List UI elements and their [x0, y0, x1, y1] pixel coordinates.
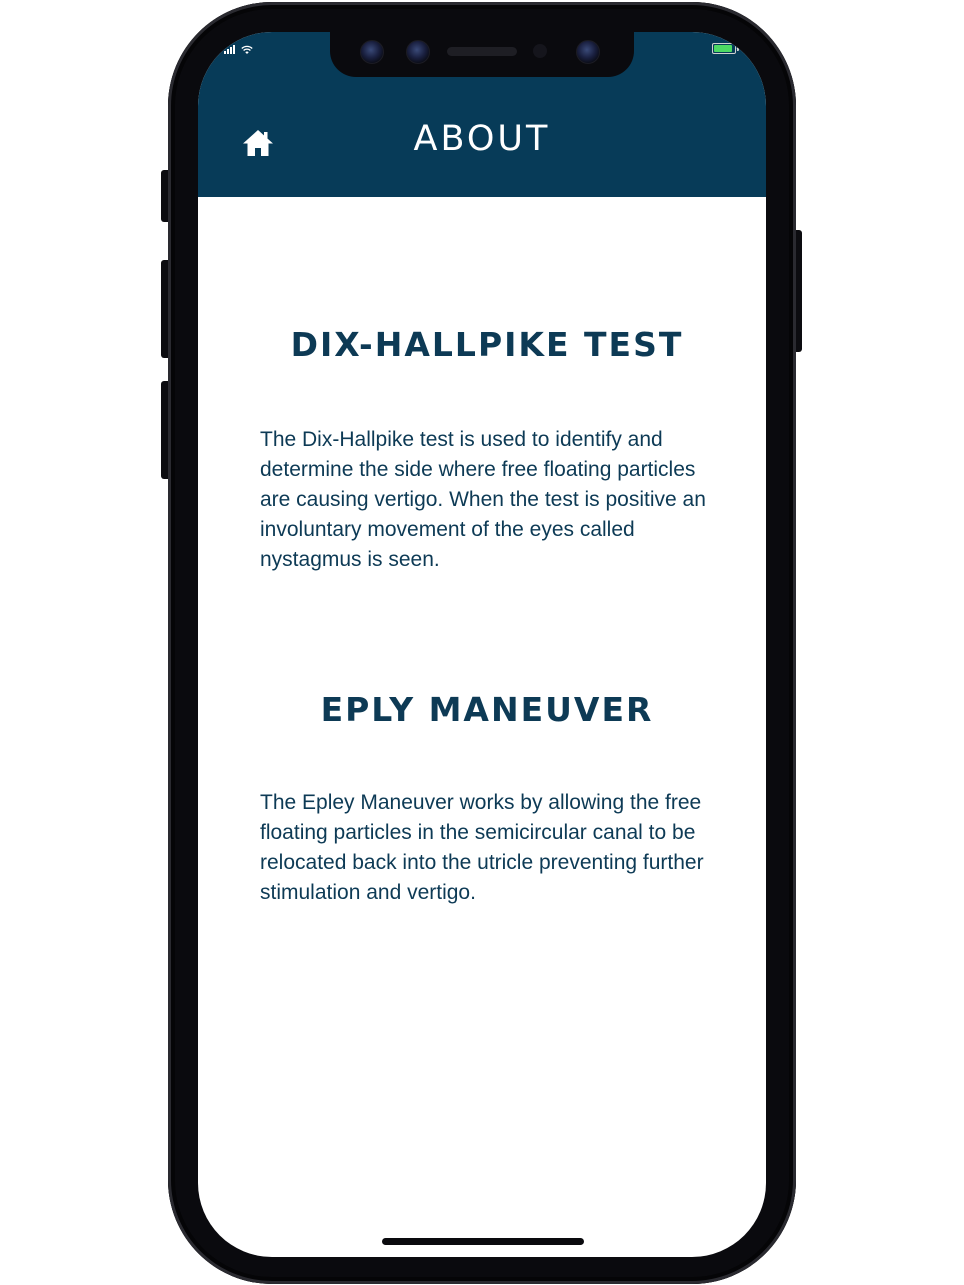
wifi-icon — [241, 45, 253, 54]
battery-icon — [712, 43, 739, 54]
phone-frame: ⚡ ABOUT DIX-HALLPIKE TEST The Dix-Hallpi… — [168, 2, 796, 1284]
section-title-dix-hallpike: DIX-HALLPIKE TEST — [290, 325, 684, 364]
app-screen: ⚡ ABOUT DIX-HALLPIKE TEST The Dix-Hallpi… — [198, 32, 766, 1257]
battery-level — [714, 45, 732, 52]
section-body-dix-hallpike: The Dix-Hallpike test is used to identif… — [260, 428, 706, 571]
device-mockup: ⚡ ABOUT DIX-HALLPIKE TEST The Dix-Hallpi… — [0, 0, 964, 1285]
front-camera-icon — [360, 40, 384, 64]
signal-icon — [224, 45, 235, 54]
section-title-epley: EPLY MANEUVER — [320, 690, 654, 729]
home-indicator[interactable] — [382, 1238, 584, 1245]
charging-icon: ⚡ — [735, 42, 742, 52]
device-notch — [330, 32, 634, 77]
earpiece-speaker — [447, 47, 517, 56]
app-header: ⚡ ABOUT — [198, 32, 766, 197]
section-body-epley: The Epley Maneuver works by allowing the… — [260, 791, 704, 904]
face-sensor-icon — [406, 40, 430, 64]
proximity-sensor — [533, 44, 547, 58]
dot-projector-icon — [576, 40, 600, 64]
page-title: ABOUT — [413, 119, 551, 159]
status-bar-left — [224, 42, 253, 54]
